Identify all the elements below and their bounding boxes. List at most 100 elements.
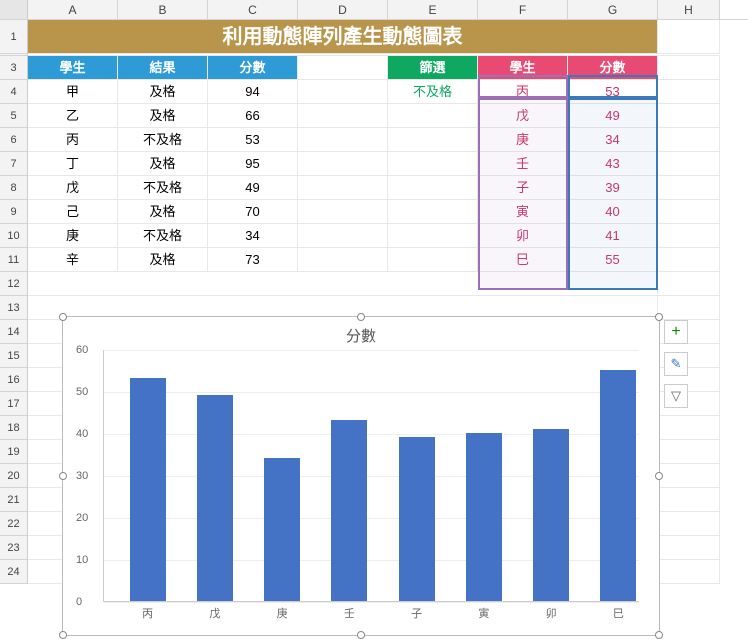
header-result[interactable]: 結果: [118, 56, 208, 80]
cell-score-r[interactable]: 40: [568, 200, 658, 224]
chart-bar[interactable]: [264, 458, 300, 601]
cell[interactable]: [298, 104, 388, 128]
cell[interactable]: [28, 272, 658, 296]
cell[interactable]: [658, 152, 720, 176]
cell-result[interactable]: 不及格: [118, 176, 208, 200]
cell[interactable]: [658, 464, 720, 488]
col-header-E[interactable]: E: [388, 0, 478, 19]
cell[interactable]: [658, 224, 720, 248]
cell-score[interactable]: 70: [208, 200, 298, 224]
cell[interactable]: [658, 272, 720, 296]
cell-student[interactable]: 丁: [28, 152, 118, 176]
col-header-B[interactable]: B: [118, 0, 208, 19]
cell[interactable]: [658, 20, 720, 54]
cell-student-r[interactable]: 戊: [478, 104, 568, 128]
row-header[interactable]: 23: [0, 536, 28, 560]
cell[interactable]: [658, 248, 720, 272]
cell-result[interactable]: 不及格: [118, 128, 208, 152]
cell-student[interactable]: 甲: [28, 80, 118, 104]
row-header[interactable]: 8: [0, 176, 28, 200]
cell[interactable]: [658, 128, 720, 152]
cell[interactable]: [658, 104, 720, 128]
cell-score[interactable]: 34: [208, 224, 298, 248]
cell-student-r[interactable]: 卯: [478, 224, 568, 248]
header-student-r[interactable]: 學生: [478, 56, 568, 80]
cell-filter[interactable]: [388, 128, 478, 152]
cell-student[interactable]: 戊: [28, 176, 118, 200]
cell[interactable]: [658, 80, 720, 104]
cell[interactable]: [658, 176, 720, 200]
row-header[interactable]: 15: [0, 344, 28, 368]
cell-student-r[interactable]: 巳: [478, 248, 568, 272]
chart-handle[interactable]: [655, 631, 663, 639]
cell[interactable]: [658, 200, 720, 224]
chart-bar[interactable]: [466, 433, 502, 601]
chart-handle[interactable]: [59, 472, 67, 480]
chart-handle[interactable]: [59, 313, 67, 321]
col-header-H[interactable]: H: [658, 0, 720, 19]
cell-student-r[interactable]: 壬: [478, 152, 568, 176]
select-all-corner[interactable]: [0, 0, 28, 19]
cell[interactable]: [658, 560, 720, 584]
chart-bar[interactable]: [197, 395, 233, 601]
header-score[interactable]: 分數: [208, 56, 298, 80]
cell[interactable]: [298, 224, 388, 248]
row-header[interactable]: 13: [0, 296, 28, 320]
row-header[interactable]: 1: [0, 20, 28, 54]
chart-title[interactable]: 分數: [63, 317, 659, 350]
row-header[interactable]: 4: [0, 80, 28, 104]
cell-filter[interactable]: [388, 104, 478, 128]
cell-score[interactable]: 95: [208, 152, 298, 176]
row-header[interactable]: 22: [0, 512, 28, 536]
chart-bar[interactable]: [533, 429, 569, 601]
cell[interactable]: [658, 416, 720, 440]
cell-result[interactable]: 及格: [118, 104, 208, 128]
cell-filter[interactable]: [388, 224, 478, 248]
cell-score[interactable]: 49: [208, 176, 298, 200]
cell[interactable]: [658, 512, 720, 536]
row-header[interactable]: 17: [0, 392, 28, 416]
cell-student-r[interactable]: 子: [478, 176, 568, 200]
chart-bar[interactable]: [130, 378, 166, 601]
row-header[interactable]: 10: [0, 224, 28, 248]
cell-student[interactable]: 乙: [28, 104, 118, 128]
cell-score[interactable]: 73: [208, 248, 298, 272]
row-header[interactable]: 9: [0, 200, 28, 224]
cell-score-r[interactable]: 53: [568, 80, 658, 104]
cell[interactable]: [298, 80, 388, 104]
chart-handle[interactable]: [357, 313, 365, 321]
cell-filter[interactable]: [388, 200, 478, 224]
cell-student-r[interactable]: 寅: [478, 200, 568, 224]
col-header-G[interactable]: G: [568, 0, 658, 19]
chart-bar[interactable]: [399, 437, 435, 601]
cell[interactable]: [298, 248, 388, 272]
col-header-D[interactable]: D: [298, 0, 388, 19]
cell-score-r[interactable]: 39: [568, 176, 658, 200]
cell-student[interactable]: 辛: [28, 248, 118, 272]
row-header[interactable]: 21: [0, 488, 28, 512]
row-header[interactable]: 19: [0, 440, 28, 464]
row-header[interactable]: 12: [0, 272, 28, 296]
row-header[interactable]: 11: [0, 248, 28, 272]
cell[interactable]: [658, 56, 720, 80]
cell[interactable]: [298, 152, 388, 176]
row-header[interactable]: 6: [0, 128, 28, 152]
chart-handle[interactable]: [655, 472, 663, 480]
cell-score-r[interactable]: 49: [568, 104, 658, 128]
row-header[interactable]: 24: [0, 560, 28, 584]
cell-filter[interactable]: 不及格: [388, 80, 478, 104]
cell[interactable]: [298, 176, 388, 200]
cell-score-r[interactable]: 43: [568, 152, 658, 176]
chart-styles-button[interactable]: ✎: [664, 352, 688, 376]
chart-filter-button[interactable]: ▽: [664, 384, 688, 408]
chart-handle[interactable]: [655, 313, 663, 321]
cell[interactable]: [658, 296, 720, 320]
cell[interactable]: [658, 488, 720, 512]
col-header-A[interactable]: A: [28, 0, 118, 19]
cell-student-r[interactable]: 丙: [478, 80, 568, 104]
row-header[interactable]: 14: [0, 320, 28, 344]
cell-score[interactable]: 94: [208, 80, 298, 104]
header-score-r[interactable]: 分數: [568, 56, 658, 80]
cell[interactable]: [658, 536, 720, 560]
title-banner[interactable]: 利用動態陣列產生動態圖表: [28, 20, 658, 54]
